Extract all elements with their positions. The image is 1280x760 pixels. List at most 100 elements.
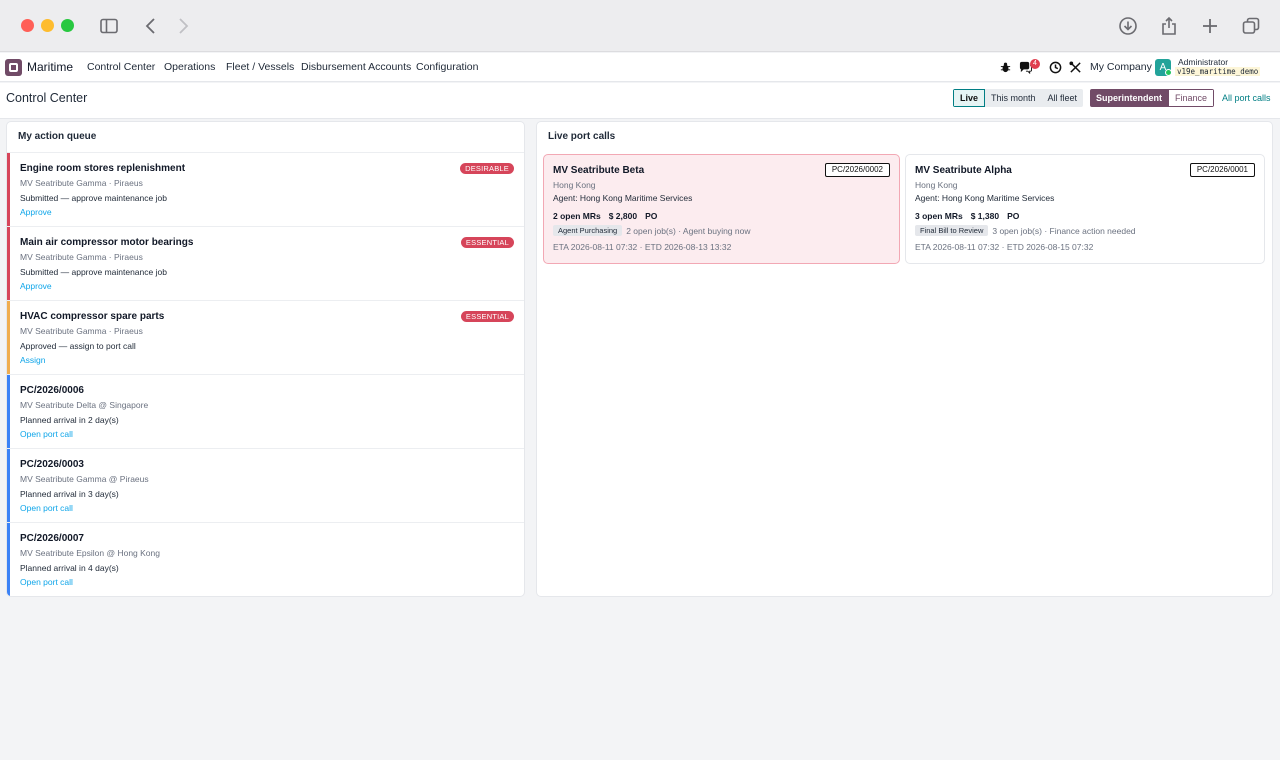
queue-item-title: HVAC compressor spare parts	[20, 311, 165, 322]
queue-item-status: Approved — assign to port call	[20, 341, 136, 351]
database-name: v19e_maritime_demo	[1175, 67, 1261, 76]
queue-item-title: PC/2026/0006	[20, 385, 84, 396]
app-name[interactable]: Maritime	[27, 60, 73, 74]
queue-item-status: Planned arrival in 4 day(s)	[20, 563, 119, 573]
app-logo-icon[interactable]	[5, 59, 22, 76]
port-call-ref-badge: PC/2026/0002	[824, 163, 890, 177]
queue-item-status: Submitted — approve maintenance job	[20, 267, 167, 277]
assign-link[interactable]: Assign	[20, 355, 46, 365]
eta-etd: ETA 2026-08-11 07:32 · ETD 2026-08-13 13…	[553, 242, 732, 252]
queue-item-title: Main air compressor motor bearings	[20, 237, 194, 248]
menu-configuration[interactable]: Configuration	[416, 61, 478, 73]
open-port-call-link[interactable]: Open port call	[20, 577, 73, 587]
all-port-calls-link[interactable]: All port calls	[1222, 93, 1271, 103]
sidebar-toggle-icon[interactable]	[97, 14, 121, 38]
queue-item[interactable]: PC/2026/0007 MV Seatribute Epsilon @ Hon…	[7, 523, 524, 596]
breadcrumb: Control Center	[6, 91, 88, 105]
approve-link[interactable]: Approve	[20, 281, 52, 291]
role-superintendent-button[interactable]: Superintendent	[1090, 89, 1169, 107]
stage-note: 2 open job(s) · Agent buying now	[626, 225, 751, 236]
user-name[interactable]: Administrator	[1178, 57, 1228, 67]
tab-overview-icon[interactable]	[1239, 14, 1263, 38]
stage-note: 3 open job(s) · Finance action needed	[992, 225, 1136, 236]
share-icon[interactable]	[1157, 14, 1181, 38]
approve-link[interactable]: Approve	[20, 207, 52, 217]
filter-all-fleet-button[interactable]: All fleet	[1041, 89, 1084, 107]
queue-item-title: PC/2026/0007	[20, 533, 84, 544]
queue-item[interactable]: Main air compressor motor bearings ESSEN…	[7, 227, 524, 301]
open-mrs-count: 3 open MRs	[915, 211, 963, 221]
priority-bar	[7, 153, 10, 226]
priority-bar	[7, 449, 10, 522]
online-status-dot	[1165, 69, 1172, 76]
port-name: Hong Kong	[915, 180, 958, 190]
open-port-call-link[interactable]: Open port call	[20, 503, 73, 513]
port-name: Hong Kong	[553, 180, 596, 190]
new-tab-icon[interactable]	[1198, 14, 1222, 38]
period-filter-group: Live This month All fleet	[953, 89, 1084, 107]
queue-item-status: Submitted — approve maintenance job	[20, 193, 167, 203]
queue-item-subtitle: MV Seatribute Gamma · Piraeus	[20, 178, 143, 188]
queue-item-subtitle: MV Seatribute Gamma @ Piraeus	[20, 474, 149, 484]
stage-row: Final Bill to Review 3 open job(s) · Fin…	[915, 225, 1136, 236]
debug-bug-icon[interactable]	[998, 60, 1012, 74]
eta-etd: ETA 2026-08-11 07:32 · ETD 2026-08-15 07…	[915, 242, 1094, 252]
port-call-stats: 2 open MRs $ 2,800 PO	[553, 211, 665, 221]
role-finance-button[interactable]: Finance	[1168, 89, 1215, 107]
queue-item-status: Planned arrival in 2 day(s)	[20, 415, 119, 425]
filter-live-button[interactable]: Live	[953, 89, 986, 107]
port-call-card[interactable]: MV Seatribute Alpha PC/2026/0001 Hong Ko…	[905, 154, 1265, 264]
action-queue-title: My action queue	[18, 131, 97, 142]
queue-item-status: Planned arrival in 3 day(s)	[20, 489, 119, 499]
vessel-name: MV Seatribute Alpha	[915, 165, 1012, 176]
download-icon[interactable]	[1116, 14, 1140, 38]
port-call-stats: 3 open MRs $ 1,380 PO	[915, 211, 1027, 221]
zoom-window-button[interactable]	[61, 19, 74, 32]
control-panel: Control Center Live This month All fleet…	[0, 83, 1280, 119]
priority-tag: ESSENTIAL	[460, 311, 514, 322]
live-port-calls-title: Live port calls	[548, 131, 616, 142]
port-call-card[interactable]: MV Seatribute Beta PC/2026/0002 Hong Kon…	[543, 154, 900, 264]
queue-item[interactable]: PC/2026/0006 MV Seatribute Delta @ Singa…	[7, 375, 524, 449]
menu-operations[interactable]: Operations	[164, 61, 215, 73]
filter-this-month-button[interactable]: This month	[985, 89, 1042, 107]
priority-bar	[7, 227, 10, 300]
stage-chip: Agent Purchasing	[553, 225, 623, 236]
menu-control-center[interactable]: Control Center	[87, 61, 155, 73]
close-window-button[interactable]	[21, 19, 34, 32]
queue-item-subtitle: MV Seatribute Epsilon @ Hong Kong	[20, 548, 160, 558]
action-queue-panel: My action queue Engine room stores reple…	[6, 121, 525, 597]
back-icon[interactable]	[139, 14, 163, 38]
main-navbar: Maritime Control Center Operations Fleet…	[0, 53, 1280, 82]
minimize-window-button[interactable]	[41, 19, 54, 32]
queue-item[interactable]: HVAC compressor spare parts ESSENTIAL MV…	[7, 301, 524, 375]
po-label: PO	[1007, 211, 1020, 221]
forward-icon[interactable]	[171, 14, 195, 38]
menu-disbursement-accounts[interactable]: Disbursement Accounts	[301, 61, 411, 73]
queue-item-subtitle: MV Seatribute Gamma · Piraeus	[20, 326, 143, 336]
browser-toolbar	[0, 0, 1280, 52]
queue-item-title: PC/2026/0003	[20, 459, 84, 470]
queue-item-subtitle: MV Seatribute Delta @ Singapore	[20, 400, 149, 410]
amount: $ 1,380	[970, 211, 1000, 221]
role-filter-group: Superintendent Finance	[1090, 89, 1215, 107]
company-switcher[interactable]: My Company	[1090, 61, 1152, 73]
open-mrs-count: 2 open MRs	[553, 211, 601, 221]
priority-bar	[7, 523, 10, 596]
vessel-name: MV Seatribute Beta	[553, 165, 645, 176]
po-label: PO	[645, 211, 658, 221]
priority-bar	[7, 301, 10, 374]
open-port-call-link[interactable]: Open port call	[20, 429, 73, 439]
queue-item[interactable]: Engine room stores replenishment DESIRAB…	[7, 153, 524, 227]
stage-row: Agent Purchasing 2 open job(s) · Agent b…	[553, 225, 751, 236]
tools-icon[interactable]	[1068, 60, 1082, 74]
port-call-ref-badge: PC/2026/0001	[1189, 163, 1255, 177]
menu-fleet-vessels[interactable]: Fleet / Vessels	[226, 61, 294, 73]
messages-count-badge: 4	[1030, 59, 1040, 69]
amount: $ 2,800	[608, 211, 638, 221]
queue-item-subtitle: MV Seatribute Gamma · Piraeus	[20, 252, 143, 262]
queue-item[interactable]: PC/2026/0003 MV Seatribute Gamma @ Pirae…	[7, 449, 524, 523]
queue-item-title: Engine room stores replenishment	[20, 163, 186, 174]
stage-chip: Final Bill to Review	[915, 225, 989, 236]
activity-clock-icon[interactable]	[1048, 60, 1062, 74]
